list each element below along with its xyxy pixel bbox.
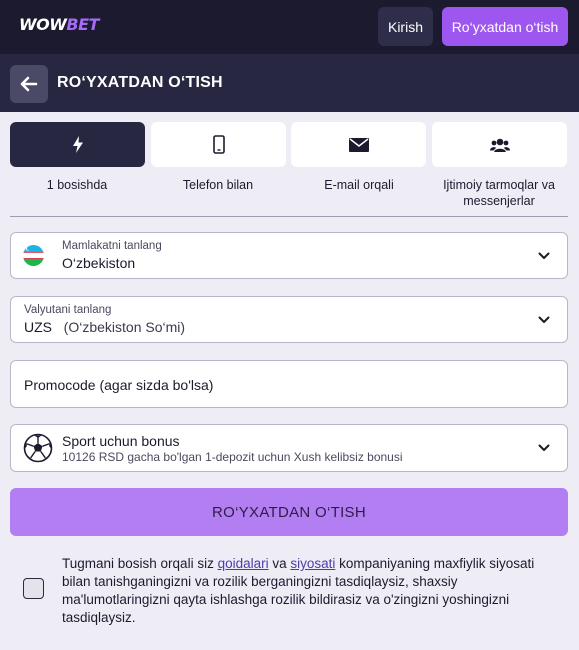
wowbet-logo[interactable]: WOWBET — [19, 15, 99, 34]
tab-label-one-click: 1 bosishda — [46, 178, 108, 192]
tab-label-email: E-mail orqali — [324, 178, 394, 192]
currency-label: Valyutani tanlang — [24, 304, 112, 316]
chevron-down-icon — [538, 444, 550, 451]
submit-registration-button[interactable]: RO‘YXATDAN O‘TISH — [10, 488, 568, 536]
policy-link[interactable]: siyosati — [290, 556, 335, 571]
tab-social[interactable] — [432, 122, 567, 167]
phone-icon — [212, 135, 225, 154]
bonus-select[interactable]: Sport uchun bonus 10126 RSD gacha bo'lga… — [10, 424, 568, 472]
tab-one-click[interactable] — [10, 122, 145, 167]
country-select[interactable]: Mamlakatni tanlang O‘zbekiston — [10, 232, 568, 279]
currency-value: UZS (O‘zbekiston So‘mi) — [24, 319, 185, 335]
envelope-icon — [348, 137, 369, 152]
chevron-down-icon — [538, 252, 550, 259]
country-label: Mamlakatni tanlang — [62, 240, 162, 252]
login-button[interactable]: Kirish — [378, 7, 433, 46]
lightning-icon — [72, 136, 83, 153]
country-value: O‘zbekiston — [62, 255, 136, 271]
currency-select[interactable]: Valyutani tanlang UZS (O‘zbekiston So‘mi… — [10, 296, 568, 343]
users-icon — [489, 138, 510, 152]
logo-text-main: WOW — [19, 15, 67, 34]
consent-text-before: Tugmani bosish orqali siz — [62, 556, 218, 571]
currency-code: UZS — [24, 319, 52, 335]
uzbekistan-flag-icon — [23, 245, 44, 266]
chevron-down-icon — [538, 316, 550, 323]
divider — [10, 216, 568, 217]
currency-name: (O‘zbekiston So‘mi) — [63, 319, 186, 335]
back-button[interactable] — [10, 65, 48, 103]
top-bar: WOWBET Kirish Ro‘yxatdan o‘tish — [0, 0, 579, 54]
page-header: RO‘YXATDAN O‘TISH — [0, 54, 579, 112]
tab-phone[interactable] — [151, 122, 286, 167]
tab-label-phone: Telefon bilan — [182, 178, 254, 192]
register-button[interactable]: Ro‘yxatdan o‘tish — [442, 7, 568, 46]
bonus-description: 10126 RSD gacha bo'lgan 1-depozit uchun … — [62, 450, 403, 464]
promocode-placeholder: Promocode (agar sizda bo'lsa) — [24, 377, 214, 393]
logo-text-accent: BET — [66, 15, 99, 34]
promocode-input[interactable]: Promocode (agar sizda bo'lsa) — [10, 360, 568, 408]
tab-label-social: Ijtimoiy tarmoqlar va messenjerlar — [443, 178, 555, 208]
page-title: RO‘YXATDAN O‘TISH — [57, 74, 223, 91]
consent-checkbox[interactable] — [23, 578, 44, 599]
tab-email[interactable] — [291, 122, 426, 167]
rules-link[interactable]: qoidalari — [218, 556, 269, 571]
consent-text-and: va — [268, 556, 291, 571]
consent-text: Tugmani bosish orqali siz qoidalari va s… — [62, 555, 552, 627]
soccer-ball-icon — [23, 433, 53, 463]
bonus-title: Sport uchun bonus — [62, 433, 180, 449]
arrow-left-icon — [20, 76, 38, 92]
